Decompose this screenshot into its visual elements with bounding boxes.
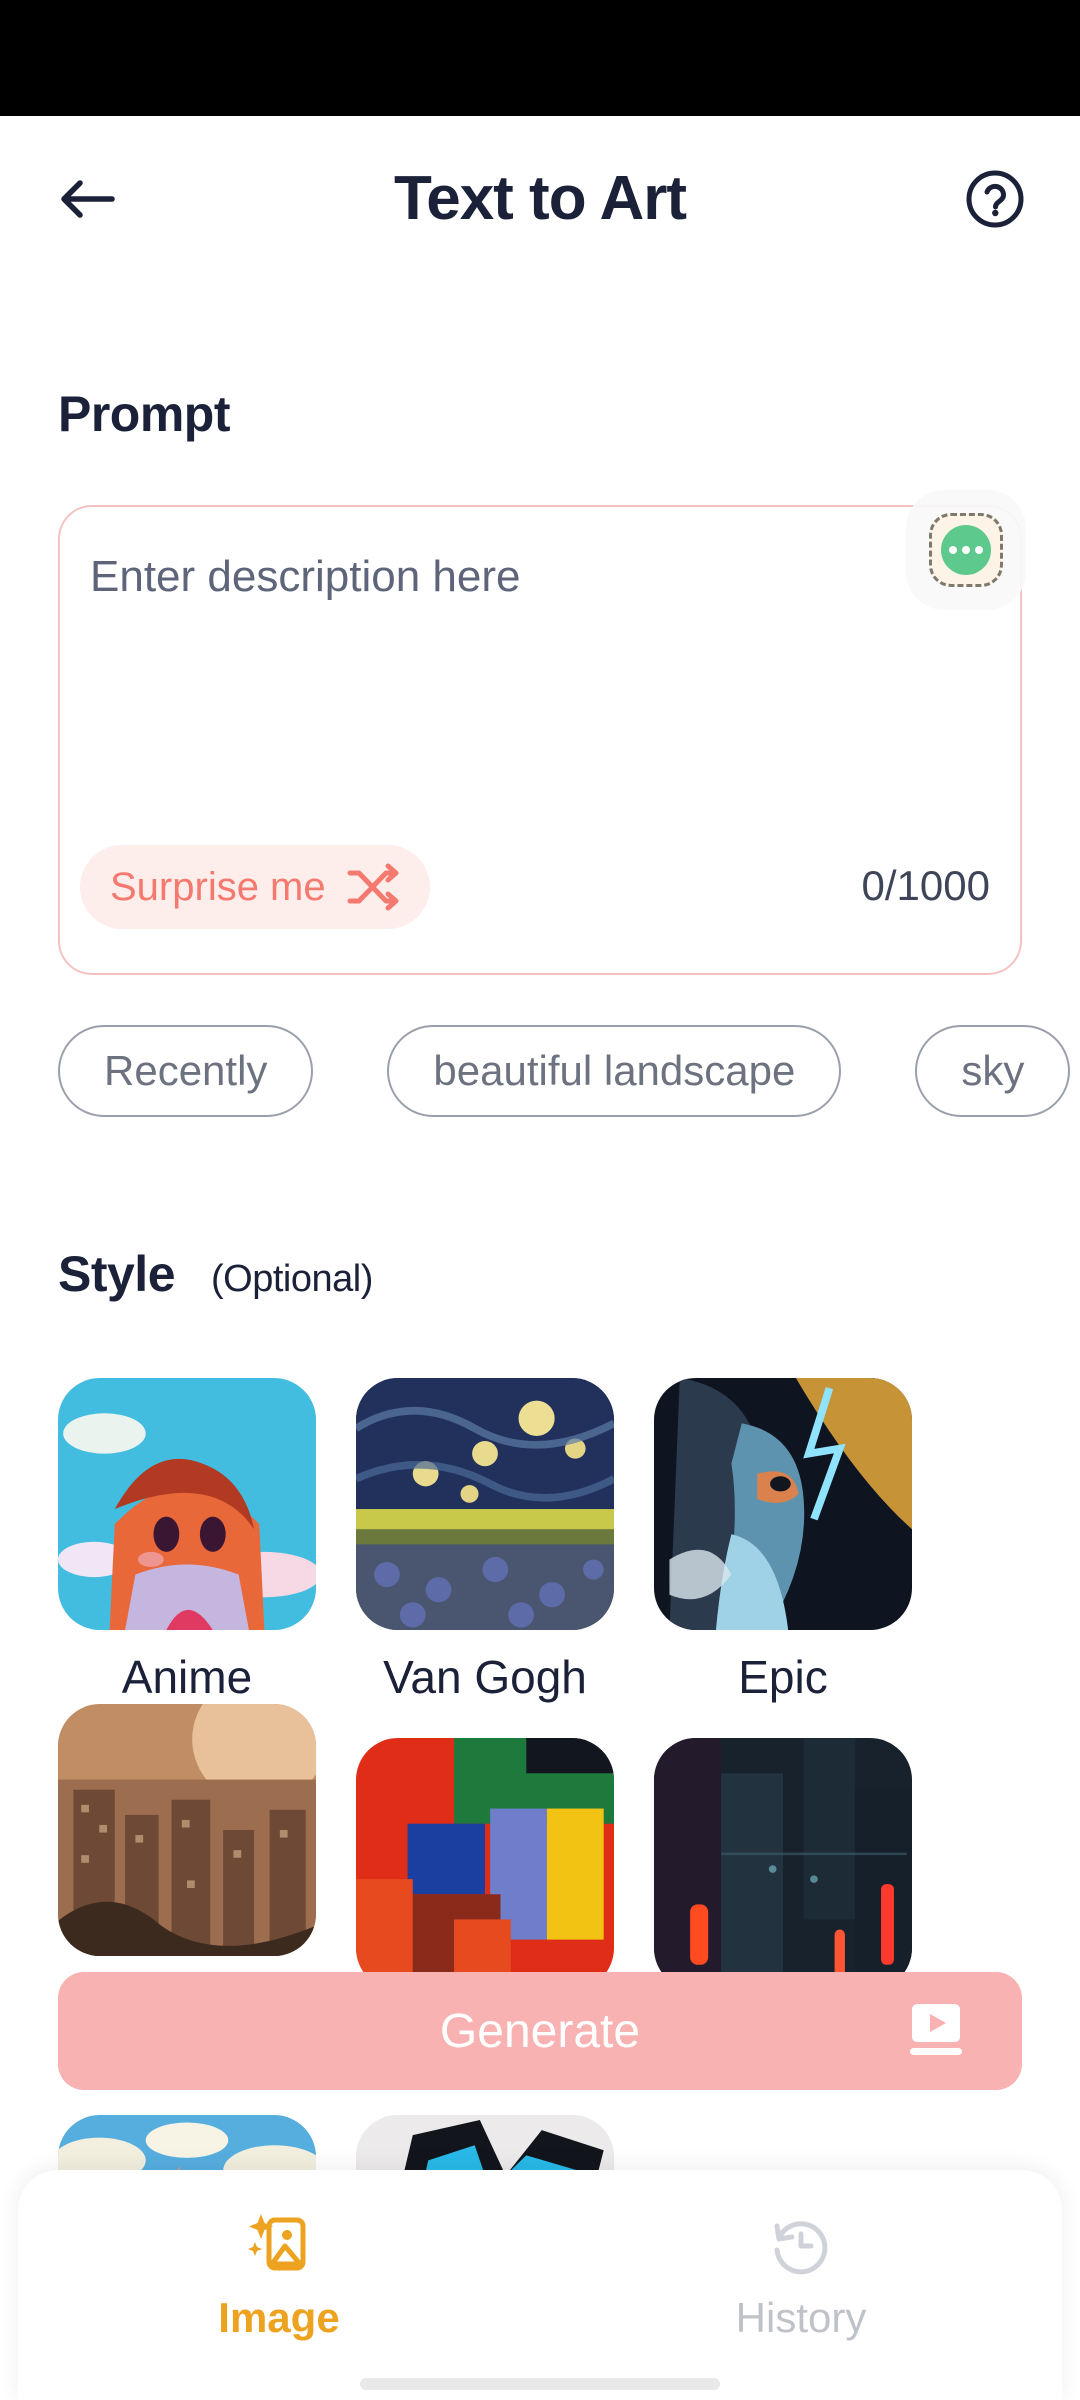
bottom-navigation: Image History xyxy=(18,2170,1062,2400)
prompt-placeholder: Enter description here xyxy=(90,552,521,601)
style-optional-label: (Optional) xyxy=(211,1258,373,1300)
video-play-icon xyxy=(910,2004,962,2055)
arrow-left-icon xyxy=(61,179,115,218)
chip-recently[interactable]: Recently xyxy=(58,1025,314,1117)
character-counter: 0/1000 xyxy=(861,862,990,909)
style-label: Anime xyxy=(121,1651,253,1703)
chip-beautiful-landscape[interactable]: beautiful landscape xyxy=(387,1025,842,1117)
assistant-badge-button[interactable] xyxy=(906,490,1026,610)
style-item-epic[interactable]: Epic xyxy=(654,1378,952,1704)
style-item-anime[interactable]: Anime xyxy=(58,1378,356,1704)
style-section-header: Style (Optional) xyxy=(58,1245,373,1303)
home-indicator xyxy=(360,2378,720,2390)
help-button[interactable] xyxy=(960,164,1030,234)
status-bar xyxy=(0,0,1080,116)
image-sparkle-icon xyxy=(248,2214,306,2271)
text-to-art-screen: Text to Art Prompt Enter description her… xyxy=(0,0,1080,2400)
dark-neon-thumb xyxy=(654,1737,912,1990)
style-label: Van Gogh xyxy=(383,1651,587,1703)
unreal-city-thumb xyxy=(58,1703,316,1956)
shuffle-icon xyxy=(347,863,399,911)
chat-dots-icon xyxy=(929,513,1003,587)
prompt-section-title: Prompt xyxy=(58,386,231,442)
back-button[interactable] xyxy=(52,164,122,234)
clock-history-icon xyxy=(774,2221,828,2275)
starry-night-thumb xyxy=(356,1378,614,1630)
generate-button[interactable]: Generate xyxy=(58,1972,1022,2090)
surprise-me-label: Surprise me xyxy=(110,864,326,909)
style-item-van-gogh[interactable]: Van Gogh xyxy=(356,1378,654,1704)
picasso-blocks-thumb xyxy=(356,1737,614,1990)
surprise-me-button[interactable]: Surprise me xyxy=(80,845,430,929)
style-title: Style xyxy=(58,1246,176,1302)
app-header: Text to Art xyxy=(0,116,1080,281)
nav-label: History xyxy=(735,2294,867,2341)
style-label: Epic xyxy=(738,1651,828,1703)
nav-item-history[interactable]: History xyxy=(540,2170,1062,2400)
page-title: Text to Art xyxy=(393,164,687,233)
nav-item-image[interactable]: Image xyxy=(18,2170,540,2400)
suggestion-chips: Recently beautiful landscape sky xyxy=(58,1025,1071,1117)
anime-girl-thumb xyxy=(58,1378,316,1630)
generate-label: Generate xyxy=(439,2004,641,2058)
epic-wizard-thumb xyxy=(654,1378,912,1630)
help-circle-icon xyxy=(966,170,1024,227)
nav-label: Image xyxy=(218,2294,340,2341)
chip-sky[interactable]: sky xyxy=(915,1025,1071,1117)
